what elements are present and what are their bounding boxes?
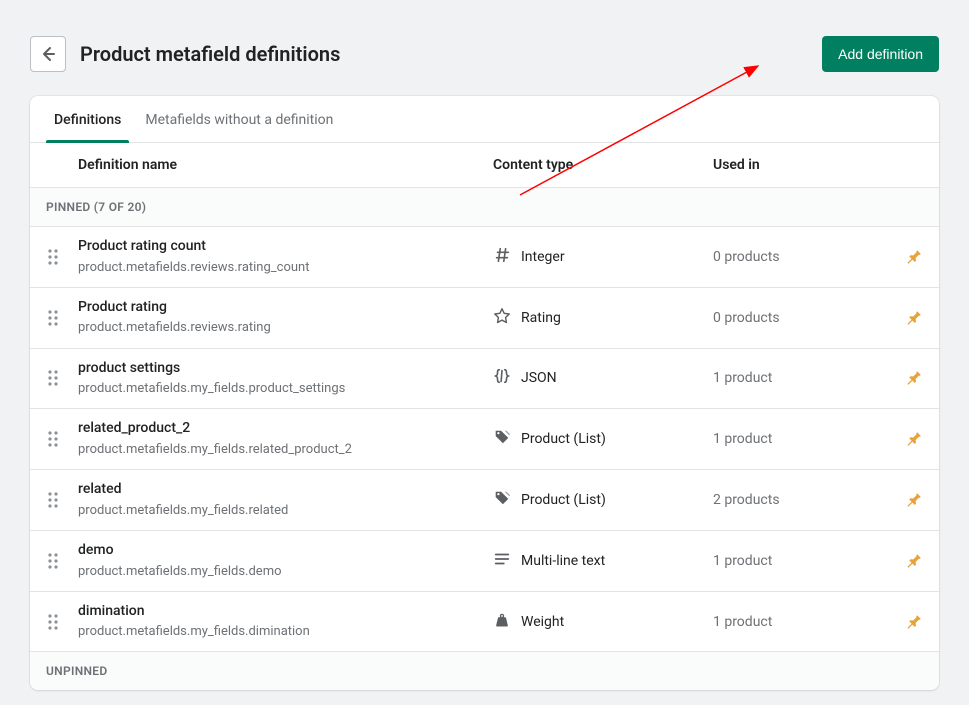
page-title: Product metafield definitions <box>80 42 340 66</box>
content-type-cell: Integer <box>493 246 713 268</box>
tab-metafields-without-definition[interactable]: Metafields without a definition <box>133 96 345 142</box>
definition-path: product.metafields.reviews.rating_count <box>78 259 493 277</box>
content-type-cell: JSON <box>493 367 713 389</box>
drag-handle-icon[interactable] <box>46 552 78 570</box>
pin-icon[interactable] <box>883 430 923 448</box>
definition-path: product.metafields.my_fields.related <box>78 502 493 520</box>
content-type-cell: Product (List) <box>493 489 713 511</box>
content-type-label: Weight <box>521 614 564 630</box>
definition-cell: Product ratingproduct.metafields.reviews… <box>78 298 493 338</box>
json-icon <box>493 367 511 389</box>
definition-cell: related_product_2 product.metafields.my_f… <box>78 419 493 459</box>
definition-cell: Product rating count product.metafields.r… <box>78 237 493 277</box>
definition-name: dimination <box>78 602 493 622</box>
definition-name: Product rating <box>78 298 493 318</box>
definition-path: product.metafields.my_fields.related_pro… <box>78 441 493 459</box>
definition-cell: demo product.metafields.my_fields.demo <box>78 541 493 581</box>
pin-icon[interactable] <box>883 248 923 266</box>
page-header: Product metafield definitions Add defini… <box>0 0 969 96</box>
used-in-cell: 1 product <box>713 431 883 447</box>
used-in-cell: 1 product <box>713 614 883 630</box>
drag-handle-icon[interactable] <box>46 248 78 266</box>
definition-cell: diminationproduct.metafields.my_fields.d… <box>78 602 493 642</box>
back-button[interactable] <box>30 36 66 72</box>
used-in-cell: 1 product <box>713 553 883 569</box>
content-type-label: Integer <box>521 249 565 265</box>
drag-handle-icon[interactable] <box>46 309 78 327</box>
section-pinned: PINNED (7 OF 20) <box>30 188 939 227</box>
drag-handle-icon[interactable] <box>46 430 78 448</box>
definition-name: product settings <box>78 359 493 379</box>
content-type-label: Rating <box>521 310 561 326</box>
add-definition-button[interactable]: Add definition <box>822 36 939 72</box>
section-unpinned: UNPINNED <box>30 652 939 690</box>
tag-icon <box>493 489 511 511</box>
definition-path: product.metafields.reviews.rating <box>78 319 493 337</box>
pin-icon[interactable] <box>883 491 923 509</box>
definitions-panel: Definitions Metafields without a definit… <box>30 96 939 690</box>
definition-path: product.metafields.my_fields.demo <box>78 563 493 581</box>
content-type-cell: Weight <box>493 611 713 633</box>
star-icon <box>493 307 511 329</box>
definition-path: product.metafields.my_fields.dimination <box>78 623 493 641</box>
table-row[interactable]: product settingsproduct.metafields.my_fi… <box>30 349 939 410</box>
content-type-label: JSON <box>521 370 557 386</box>
arrow-left-icon <box>38 44 58 64</box>
column-header-type: Content type <box>493 157 713 173</box>
header-left: Product metafield definitions <box>30 36 340 72</box>
column-header-name: Definition name <box>78 157 493 173</box>
tab-definitions[interactable]: Definitions <box>42 96 133 142</box>
definition-name: Product rating count <box>78 237 493 257</box>
used-in-cell: 1 product <box>713 370 883 386</box>
drag-handle-icon[interactable] <box>46 369 78 387</box>
content-type-cell: Rating <box>493 307 713 329</box>
pin-icon[interactable] <box>883 552 923 570</box>
content-type-label: Multi-line text <box>521 553 605 569</box>
table-row[interactable]: demo product.metafields.my_fields.demo Mul… <box>30 531 939 592</box>
definition-cell: product settingsproduct.metafields.my_fi… <box>78 359 493 399</box>
used-in-cell: 0 products <box>713 310 883 326</box>
definition-name: demo <box>78 541 493 561</box>
pin-icon[interactable] <box>883 369 923 387</box>
table-row[interactable]: diminationproduct.metafields.my_fields.d… <box>30 592 939 653</box>
table-row[interactable]: Product rating count product.metafields.r… <box>30 227 939 288</box>
content-type-label: Product (List) <box>521 492 606 508</box>
content-type-cell: Multi-line text <box>493 550 713 572</box>
definition-name: related_product_2 <box>78 419 493 439</box>
definition-path: product.metafields.my_fields.product_set… <box>78 380 493 398</box>
column-header-used: Used in <box>713 157 883 173</box>
table-body: Product rating count product.metafields.r… <box>30 227 939 652</box>
definition-cell: related product.metafields.my_fields.rela… <box>78 480 493 520</box>
used-in-cell: 0 products <box>713 249 883 265</box>
content-type-label: Product (List) <box>521 431 606 447</box>
drag-handle-icon[interactable] <box>46 613 78 631</box>
tag-icon <box>493 428 511 450</box>
pin-icon[interactable] <box>883 309 923 327</box>
weight-icon <box>493 611 511 633</box>
table-row[interactable]: Product ratingproduct.metafields.reviews… <box>30 288 939 349</box>
pin-icon[interactable] <box>883 613 923 631</box>
lines-icon <box>493 550 511 572</box>
table-row[interactable]: related_product_2 product.metafields.my_f… <box>30 409 939 470</box>
definition-name: related <box>78 480 493 500</box>
tabs: Definitions Metafields without a definit… <box>30 96 939 143</box>
drag-handle-icon[interactable] <box>46 491 78 509</box>
table-row[interactable]: related product.metafields.my_fields.rela… <box>30 470 939 531</box>
table-header: Definition name Content type Used in <box>30 143 939 188</box>
content-type-cell: Product (List) <box>493 428 713 450</box>
used-in-cell: 2 products <box>713 492 883 508</box>
hash-icon <box>493 246 511 268</box>
